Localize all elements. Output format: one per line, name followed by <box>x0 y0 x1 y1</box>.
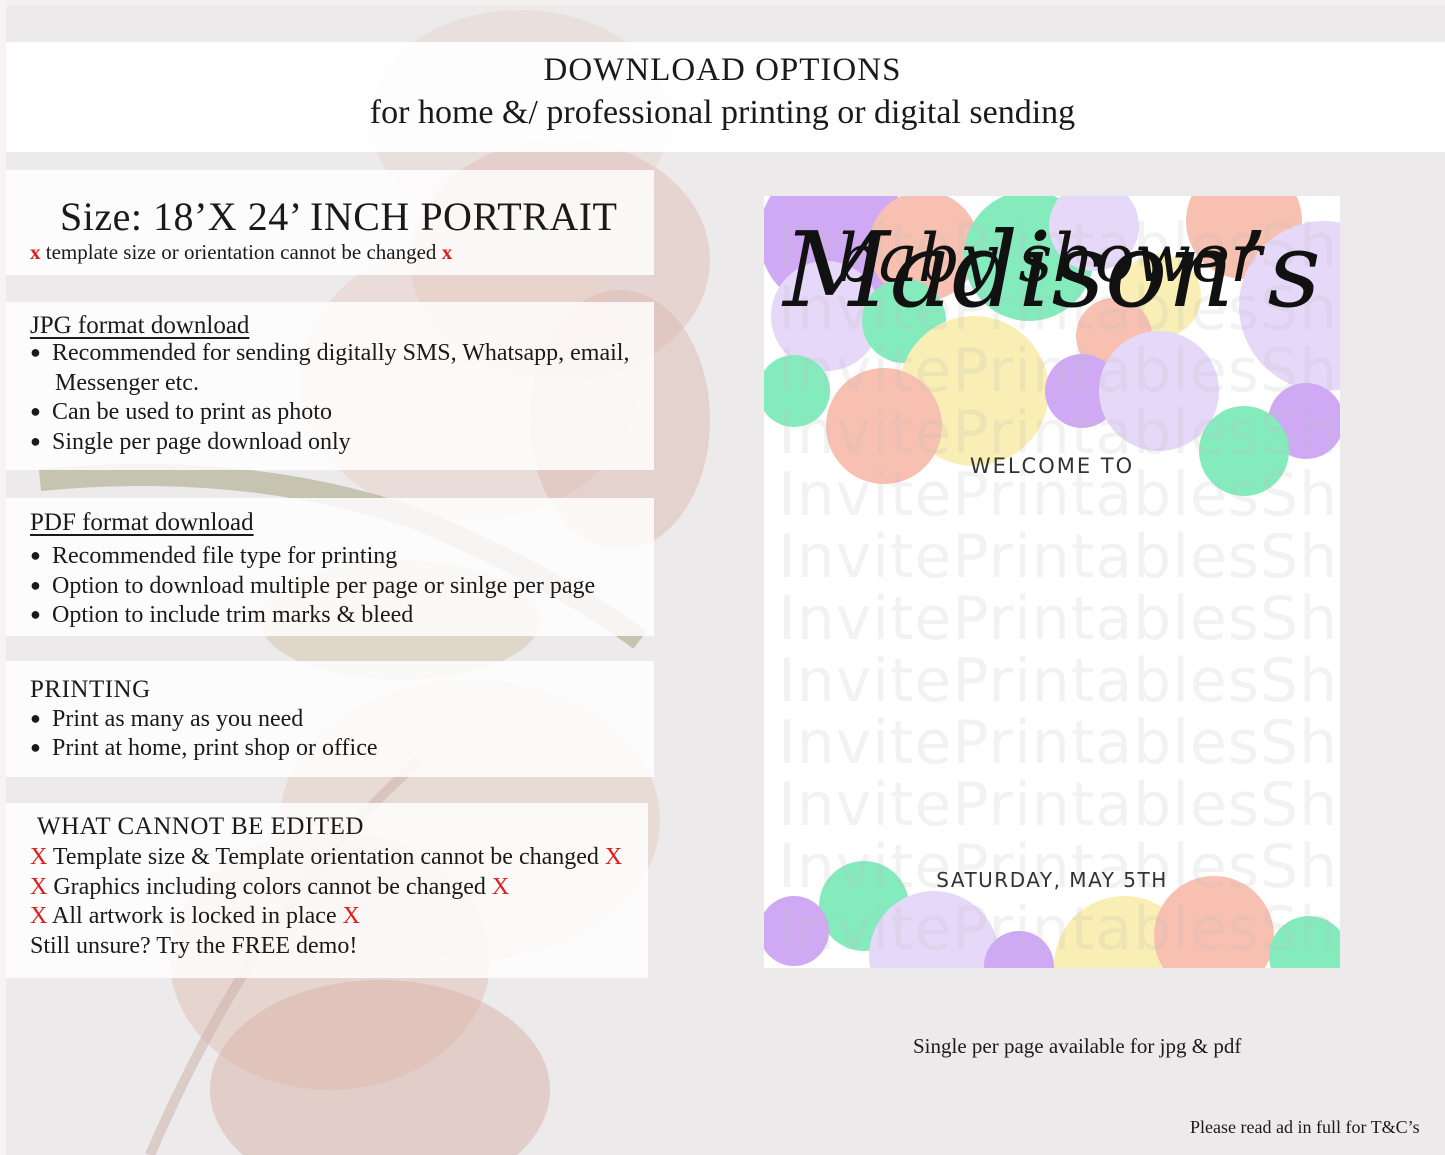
list-item: ● Single per page download only <box>30 429 351 456</box>
jpg-heading: JPG format download <box>30 312 250 339</box>
demo-prompt: Still unsure? Try the FREE demo! <box>30 933 358 959</box>
list-item: ● Option to download multiple per page or… <box>30 573 595 600</box>
watermark-text: InvitePrintablesShop <box>778 894 1340 964</box>
list-item: Messenger etc. <box>55 370 199 397</box>
x-mark-icon: X <box>604 844 623 870</box>
x-mark-icon: x <box>441 240 453 264</box>
pdf-heading: PDF format download <box>30 509 254 536</box>
list-item-text: Messenger etc. <box>55 370 199 396</box>
watermark-text: InvitePrintablesShop <box>778 708 1340 778</box>
watermark-text: InvitePrintablesShop <box>778 522 1340 592</box>
size-note-text: template size or orientation cannot be c… <box>40 240 442 264</box>
restriction-text: Graphics including colors cannot be chan… <box>47 874 492 900</box>
list-item-text: Option to download multiple per page or … <box>52 573 596 599</box>
restriction-text: Template size & Template orientation can… <box>47 844 605 870</box>
bullet-icon: ● <box>30 342 41 362</box>
footer-note: Please read ad in full for T&C’s <box>1190 1117 1420 1137</box>
x-mark-icon: X <box>30 844 48 870</box>
list-item-text: Print at home, print shop or office <box>52 735 378 761</box>
bullet-icon: ● <box>30 401 41 421</box>
page-subtitle: for home &/ professional printing or dig… <box>369 94 1076 131</box>
list-item-text: Print as many as you need <box>52 706 304 732</box>
printing-heading: PRINTING <box>30 676 151 703</box>
x-mark-icon: X <box>491 874 510 900</box>
watermark-text: InvitePrintablesShop <box>778 770 1340 840</box>
x-mark-icon: x <box>30 240 41 264</box>
list-item-text: Single per page download only <box>52 429 351 455</box>
poster-preview: InvitePrintablesShop InvitePrintablesSho… <box>764 196 1340 968</box>
poster-event-script: baby shower <box>836 220 1265 297</box>
bullet-icon: ● <box>30 708 41 728</box>
list-item-text: Option to include trim marks & bleed <box>52 602 414 628</box>
size-note: x template size or orientation cannot be… <box>30 240 452 265</box>
bullet-icon: ● <box>30 604 41 624</box>
poster-welcome: WELCOME TO <box>969 454 1135 478</box>
restriction-item: X Graphics including colors cannot be ch… <box>30 874 509 901</box>
watermark-text: InvitePrintablesShop <box>778 584 1340 654</box>
restriction-item: X All artwork is locked in place X <box>30 903 360 930</box>
poster-caption: Single per page available for jpg & pdf <box>913 1034 1242 1058</box>
restriction-item: X Template size & Template orientation c… <box>30 844 622 871</box>
x-mark-icon: X <box>30 874 48 900</box>
poster-date: SATURDAY, MAY 5TH <box>936 868 1168 892</box>
list-item: ● Recommended file type for printing <box>30 543 397 570</box>
list-item: ● Option to include trim marks & bleed <box>30 602 413 629</box>
bullet-icon: ● <box>30 737 41 757</box>
x-mark-icon: X <box>342 903 360 929</box>
list-item: ● Print at home, print shop or office <box>30 735 378 762</box>
x-mark-icon: X <box>30 903 48 929</box>
list-item-text: Can be used to print as photo <box>52 399 332 425</box>
watermark-text: InvitePrintablesShop <box>778 336 1340 406</box>
bullet-icon: ● <box>30 545 41 565</box>
restriction-text: All artwork is locked in place <box>47 903 343 929</box>
list-item: ● Recommended for sending digitally SMS, … <box>30 340 629 367</box>
size-title: Size: 18’X 24’ INCH PORTRAIT <box>60 194 618 239</box>
cannot-edit-heading: WHAT CANNOT BE EDITED <box>37 813 364 840</box>
list-item-text: Recommended for sending digitally SMS, W… <box>52 340 630 366</box>
bullet-icon: ● <box>30 575 41 595</box>
watermark-text: InvitePrintablesShop <box>778 646 1340 716</box>
bullet-icon: ● <box>30 431 41 451</box>
list-item: ● Print as many as you need <box>30 706 303 733</box>
page-title: DOWNLOAD OPTIONS <box>543 52 902 88</box>
list-item: ● Can be used to print as photo <box>30 399 332 426</box>
poster-event: baby shower <box>836 220 1265 297</box>
list-item-text: Recommended file type for printing <box>52 543 398 569</box>
